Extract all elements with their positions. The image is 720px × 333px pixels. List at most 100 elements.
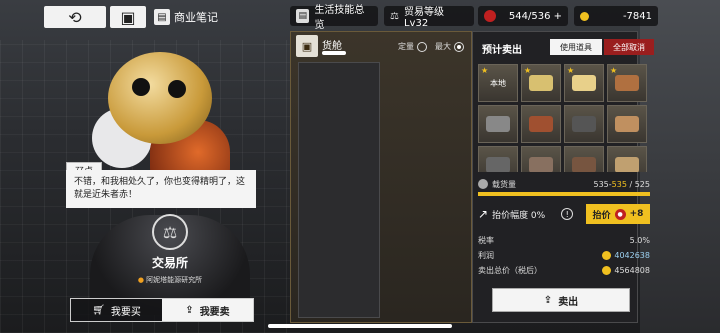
notes-icon: ▤	[154, 9, 170, 25]
cargo-box-icon: ▣	[296, 35, 318, 57]
cargo-list[interactable]	[298, 62, 380, 318]
sell-item-slot[interactable]	[564, 146, 604, 172]
business-notes-label: 商业笔记	[174, 11, 218, 24]
total-label: 卖出总价（税后）	[478, 266, 542, 275]
cancel-all-button[interactable]: 全部取消	[604, 39, 654, 55]
capacity-bar-fill	[478, 192, 650, 196]
haggle-button-label: 抬价	[592, 210, 611, 221]
star-icon: ★	[567, 66, 575, 75]
cargo-weight-icon	[478, 179, 488, 189]
sell-title: 预计卖出	[482, 45, 522, 56]
coin-icon	[580, 11, 589, 21]
sell-item-slot[interactable]	[607, 105, 647, 143]
use-item-button[interactable]: 使用道具	[550, 39, 602, 55]
sell-item-slot[interactable]	[521, 146, 561, 172]
sell-item-slot[interactable]	[607, 146, 647, 172]
scale-icon: ⚖	[390, 10, 399, 22]
item-image	[529, 116, 553, 132]
tab-sell[interactable]: ⇪ 我要卖	[162, 299, 253, 321]
item-image	[615, 116, 639, 132]
skills-label: 生活技能总览	[314, 5, 365, 31]
mode-fixed-radio[interactable]	[417, 41, 427, 52]
item-label: 本地	[490, 78, 506, 88]
item-image	[572, 116, 596, 132]
tax-label: 税率	[478, 236, 494, 245]
sell-item-slot[interactable]: ★	[607, 64, 647, 102]
station-name: 交易所	[151, 256, 188, 270]
train-button[interactable]: ▣	[110, 6, 146, 28]
info-icon[interactable]: !	[561, 208, 574, 220]
scale-emblem-icon: ⚖	[152, 214, 188, 250]
sell-item-slot[interactable]	[478, 146, 518, 172]
skills-icon: ▤	[296, 9, 310, 23]
profit-row: 利润 4042638	[478, 249, 650, 262]
star-icon: ★	[481, 66, 489, 75]
trade-level-badge[interactable]: ⚖ 贸易等级Lv32	[384, 6, 474, 29]
tab-sell-label: 我要卖	[199, 306, 230, 318]
currency-value: -7841	[622, 10, 652, 22]
sell-item-slot[interactable]: ★	[521, 64, 561, 102]
total-row: 卖出总价（税后） 4564808	[478, 264, 650, 277]
mode-fixed-label: 定量	[398, 42, 414, 51]
capacity-count: 535-535 / 525	[593, 179, 650, 189]
mode-max-label: 最大	[435, 42, 451, 51]
sell-box-icon: ⇪	[185, 304, 194, 316]
sell-button[interactable]: ⇪ 卖出	[492, 288, 630, 312]
character-head	[108, 52, 212, 144]
sell-item-slot[interactable]	[564, 105, 604, 143]
mode-max-radio[interactable]	[454, 41, 464, 52]
star-icon: ★	[610, 66, 618, 75]
dialog-text[interactable]: 不错，和我相处久了，你也变得精明了，这就是近朱者赤！	[66, 170, 256, 208]
item-image	[529, 75, 553, 91]
trend-up-icon: ↗	[478, 207, 489, 221]
capacity-label: 载货量	[492, 179, 516, 189]
character-eye-right	[168, 80, 186, 98]
item-image	[615, 157, 639, 172]
cargo-title: 货舱	[322, 41, 342, 52]
haggle-button[interactable]: 抬价 ● +8	[586, 204, 650, 224]
mode-max[interactable]: 最大	[435, 41, 464, 52]
trade-level-label: 贸易等级Lv32	[403, 7, 444, 29]
haggle-cost: +8	[629, 209, 644, 219]
sell-item-slot[interactable]: ★	[564, 64, 604, 102]
location-pin-icon: ●	[137, 276, 144, 284]
sell-item-slot[interactable]	[478, 105, 518, 143]
item-image	[572, 157, 596, 172]
haggle-label: 抬价幅度 0%	[492, 210, 546, 221]
back-button[interactable]: ⟲	[44, 6, 106, 28]
train-icon: ▣	[120, 7, 136, 27]
mode-fixed[interactable]: 定量	[398, 41, 427, 52]
coin-icon	[602, 251, 612, 260]
tab-buy[interactable]: 🛒︎ 我要买	[71, 299, 162, 321]
character-eye-left	[132, 78, 150, 96]
item-image	[615, 75, 639, 91]
undo-arrow-icon: ⟲	[68, 7, 82, 27]
item-image	[529, 157, 553, 172]
exchange-emblem: ⚖	[145, 212, 195, 252]
stamina-icon	[484, 10, 496, 22]
total-value: 4564808	[614, 266, 650, 275]
station-location: ● 阿妮塔能源研究所	[100, 275, 240, 285]
item-image	[572, 75, 596, 91]
capacity-used: 535	[593, 179, 609, 189]
stamina-pill[interactable]: 544/536 +	[478, 6, 568, 26]
capacity-mid: 535	[611, 179, 627, 189]
sell-box-icon: ⇪	[543, 294, 553, 306]
stamina-value: 544/536 +	[508, 10, 562, 22]
home-indicator[interactable]	[268, 324, 452, 328]
profit-label: 利润	[478, 251, 494, 260]
capacity-max: 525	[634, 179, 650, 189]
cargo-subtitle-bar	[322, 51, 346, 55]
buy-sell-tabs: 🛒︎ 我要买 ⇪ 我要卖	[70, 298, 254, 322]
sell-items-grid: ★ 本地 ★ ★ ★	[478, 64, 650, 172]
sell-item-slot[interactable]	[521, 105, 561, 143]
life-skills-button[interactable]: ▤ 生活技能总览	[290, 5, 378, 31]
tab-buy-label: 我要买	[110, 306, 141, 318]
star-icon: ★	[524, 66, 532, 75]
business-notes-button[interactable]: ▤ 商业笔记	[154, 6, 220, 28]
capacity-row: 载货量 535-535 / 525	[478, 178, 650, 190]
quantity-mode: 定量 最大	[398, 41, 464, 52]
item-image	[486, 116, 510, 132]
cart-icon: 🛒︎	[92, 304, 105, 316]
sell-item-slot[interactable]: ★ 本地	[478, 64, 518, 102]
